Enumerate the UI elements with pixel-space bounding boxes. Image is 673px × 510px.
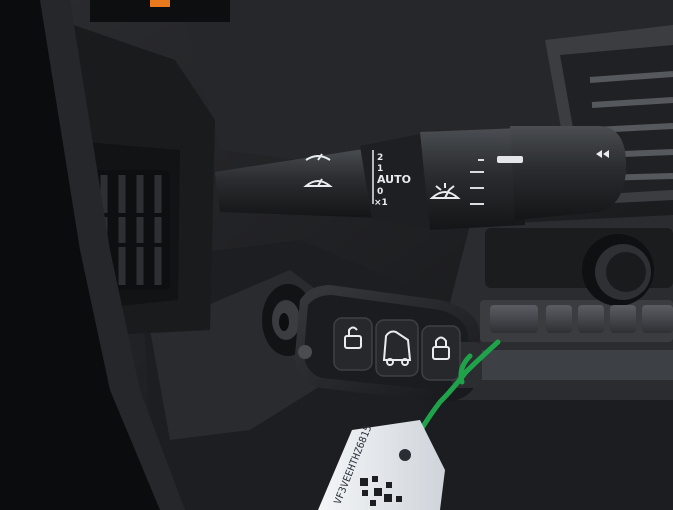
rotary-knob[interactable] (582, 234, 654, 306)
unlock-button[interactable] (333, 317, 373, 371)
console-button[interactable] (546, 305, 572, 333)
car-interior-photo: 2 1 AUTO 0 ×1 VF3VEEHTHZ6815 (0, 0, 673, 510)
position-auto: AUTO (377, 173, 411, 186)
lock-button[interactable] (421, 325, 461, 381)
console-buttons[interactable] (490, 305, 673, 333)
position-0: 0 (377, 187, 383, 197)
trunk-button[interactable] (375, 319, 419, 377)
console-lower (420, 400, 673, 510)
console-button[interactable] (578, 305, 604, 333)
stalk-ring-marker (497, 156, 523, 163)
console-button[interactable] (610, 305, 636, 333)
display-glow (150, 0, 170, 7)
position-single: ×1 (374, 198, 388, 208)
console-button[interactable] (490, 305, 538, 333)
console-button[interactable] (642, 305, 673, 333)
key-ring-hole (298, 345, 312, 359)
position-2: 2 (377, 153, 383, 163)
